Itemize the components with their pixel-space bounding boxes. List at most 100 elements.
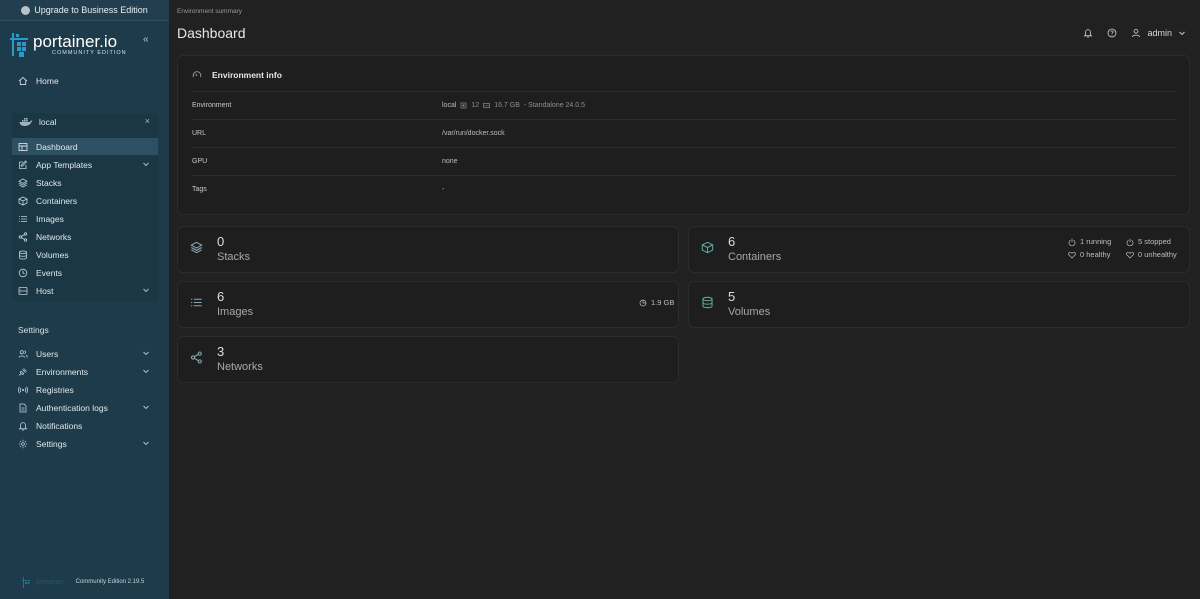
sidebar-item-label: Users bbox=[36, 348, 59, 359]
sidebar-item-app-templates[interactable]: App Templates bbox=[12, 156, 158, 173]
share-icon bbox=[190, 351, 202, 364]
username-label: admin bbox=[1147, 28, 1172, 38]
sidebar-item-label: Volumes bbox=[36, 249, 69, 260]
sidebar-item-label: Images bbox=[36, 213, 64, 224]
stopped-status: 5 stopped bbox=[1126, 237, 1171, 246]
stacks-card[interactable]: 0 Stacks bbox=[177, 226, 679, 273]
sidebar-item-label: Authentication logs bbox=[36, 402, 108, 413]
running-count: 1 running bbox=[1080, 237, 1112, 246]
bell-icon[interactable] bbox=[1083, 28, 1094, 38]
engine-details: - Standalone 24.0.5 bbox=[523, 102, 585, 109]
radio-icon bbox=[18, 386, 28, 393]
list-icon bbox=[18, 215, 27, 222]
help-icon[interactable] bbox=[1107, 28, 1117, 38]
user-icon bbox=[1132, 28, 1141, 38]
sidebar-item-volumes[interactable]: Volumes bbox=[12, 246, 158, 263]
box-icon bbox=[701, 241, 714, 254]
environment-header: local × bbox=[12, 113, 158, 131]
volumes-card[interactable]: 5 Volumes bbox=[688, 281, 1190, 328]
images-label: Images bbox=[217, 306, 254, 318]
sidebar-item-environments[interactable]: Environments bbox=[12, 363, 158, 380]
sidebar-item-notifications[interactable]: Notifications bbox=[12, 417, 158, 434]
containers-count: 6 bbox=[728, 234, 736, 249]
sidebar-item-label: Settings bbox=[36, 438, 67, 449]
dashboard-icon bbox=[18, 142, 28, 151]
sidebar-item-users[interactable]: Users bbox=[12, 345, 158, 362]
user-menu[interactable]: admin bbox=[1131, 28, 1186, 38]
bell-icon bbox=[18, 421, 28, 431]
users-icon bbox=[18, 349, 28, 358]
sidebar-item-label: Notifications bbox=[36, 420, 83, 431]
gear-icon bbox=[18, 439, 28, 448]
sidebar-item-images[interactable]: Images bbox=[12, 210, 158, 227]
chevron-down-icon bbox=[143, 351, 149, 356]
layers-icon bbox=[18, 178, 28, 187]
sidebar-item-dashboard[interactable]: Dashboard bbox=[12, 138, 158, 155]
sidebar-item-stacks[interactable]: Stacks bbox=[12, 174, 158, 191]
sidebar-item-label: Environments bbox=[36, 366, 88, 377]
stacks-count: 0 bbox=[217, 234, 225, 249]
collapse-sidebar-button[interactable]: « bbox=[143, 34, 149, 45]
sidebar-item-containers[interactable]: Containers bbox=[12, 192, 158, 209]
images-size: 1.9 GB bbox=[639, 298, 674, 307]
networks-card[interactable]: 3 Networks bbox=[177, 336, 679, 383]
sidebar-item-label: Dashboard bbox=[36, 141, 78, 152]
sidebar-footer: portainer Community Edition 2.19.5 bbox=[22, 576, 162, 588]
environment-name: local bbox=[39, 117, 57, 127]
images-card[interactable]: 6 Images 1.9 GB bbox=[177, 281, 679, 328]
sidebar-item-label: Networks bbox=[36, 231, 72, 242]
brand-edition: COMMUNITY EDITION bbox=[52, 50, 127, 56]
home-icon bbox=[18, 76, 28, 85]
upgrade-icon bbox=[21, 5, 31, 15]
unhealthy-count: 0 unhealthy bbox=[1138, 250, 1177, 259]
env-row-value: /var/run/docker.sock bbox=[442, 130, 505, 137]
power-icon bbox=[1068, 238, 1076, 246]
close-environment-button[interactable]: × bbox=[145, 116, 150, 126]
sidebar-item-label: Stacks bbox=[36, 177, 62, 188]
running-status: 1 running bbox=[1068, 237, 1111, 246]
sidebar-item-host[interactable]: Host bbox=[12, 282, 158, 299]
database-icon bbox=[702, 296, 713, 309]
sidebar-item-registries[interactable]: Registries bbox=[12, 381, 158, 398]
containers-card[interactable]: 6 Containers 1 running 5 stopped 0 healt… bbox=[688, 226, 1190, 273]
pie-chart-icon bbox=[639, 299, 647, 306]
top-bar-actions: admin bbox=[1083, 26, 1186, 40]
sidebar-item-label: Containers bbox=[36, 195, 78, 206]
sidebar-item-settings[interactable]: Settings bbox=[12, 435, 158, 452]
footer-logo-text: portainer bbox=[36, 578, 64, 586]
server-icon bbox=[18, 286, 28, 295]
share-icon bbox=[18, 231, 28, 242]
settings-heading: Settings bbox=[18, 325, 49, 335]
env-row-key: Environment bbox=[192, 102, 232, 109]
layers-icon bbox=[190, 241, 203, 254]
sidebar-item-networks[interactable]: Networks bbox=[12, 228, 158, 245]
sidebar-item-authentication-logs[interactable]: Authentication logs bbox=[12, 399, 158, 416]
images-size-value: 1.9 GB bbox=[651, 298, 675, 307]
gauge-icon bbox=[192, 71, 202, 78]
portainer-small-logo-icon bbox=[22, 576, 30, 588]
chevron-down-icon bbox=[143, 162, 149, 167]
environment-name-value: local bbox=[442, 102, 457, 109]
upgrade-button[interactable]: Upgrade to Business Edition bbox=[0, 0, 169, 21]
chevron-down-icon bbox=[143, 369, 149, 374]
env-row-url: URL /var/run/docker.sock bbox=[192, 119, 1177, 147]
file-text-icon bbox=[19, 403, 27, 412]
docker-icon bbox=[19, 118, 33, 126]
sidebar-item-home[interactable]: Home bbox=[12, 72, 158, 89]
chevron-down-icon bbox=[143, 288, 149, 293]
sidebar-item-events[interactable]: Events bbox=[12, 264, 158, 281]
stacks-label: Stacks bbox=[217, 251, 251, 263]
clock-icon bbox=[18, 268, 28, 277]
portainer-logo-icon bbox=[10, 33, 28, 57]
containers-label: Containers bbox=[728, 251, 782, 263]
env-row-environment: Environment local 12 16.7 GB - Standalon… bbox=[192, 91, 1177, 119]
power-off-icon bbox=[1126, 238, 1134, 246]
images-count: 6 bbox=[217, 289, 225, 304]
volumes-label: Volumes bbox=[728, 306, 771, 318]
cpu-count: 12 bbox=[471, 102, 480, 109]
env-row-tags: Tags - bbox=[192, 175, 1177, 203]
list-icon bbox=[191, 298, 202, 307]
breadcrumb[interactable]: Environment summary bbox=[177, 8, 242, 15]
chevron-down-icon bbox=[143, 405, 149, 410]
brand-logo[interactable]: portainer.io COMMUNITY EDITION bbox=[10, 30, 158, 60]
